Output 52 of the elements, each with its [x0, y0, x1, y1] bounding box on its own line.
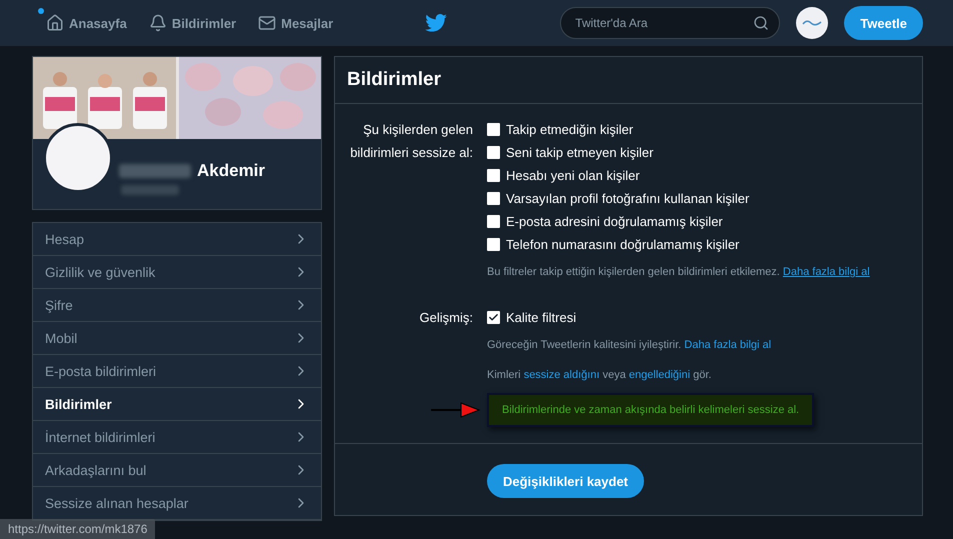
checkbox[interactable] — [487, 238, 500, 251]
checkbox-label: Takip etmediğin kişiler — [506, 122, 634, 137]
checkbox-label: Kalite filtresi — [506, 310, 576, 325]
settings-menu-item[interactable]: Gizlilik ve güvenlik — [33, 256, 321, 289]
envelope-icon — [258, 14, 276, 32]
text-link[interactable]: sessize aldığını — [524, 369, 600, 381]
blurred-name — [119, 164, 191, 178]
search-input[interactable]: Twitter'da Ara — [573, 15, 754, 31]
nav-link[interactable]: Mesajlar — [258, 14, 334, 32]
field-label: Gelişmiş: — [418, 309, 473, 327]
save-button[interactable]: Değişiklikleri kaydet — [487, 464, 644, 498]
checkbox-label: Hesabı yeni olan kişiler — [506, 168, 640, 183]
tweet-button[interactable]: Tweetle — [844, 6, 923, 40]
house-icon — [46, 14, 64, 32]
settings-menu-item[interactable]: İnternet bildirimleri — [33, 421, 321, 454]
blurred-handle — [121, 185, 179, 195]
checkbox[interactable] — [487, 169, 500, 182]
help-text: Kimleri sessize aldığını veya engellediğini gör. — [487, 368, 712, 383]
checkbox[interactable] — [487, 311, 500, 324]
text-link[interactable]: engellediğini — [628, 369, 690, 381]
field-label: Şu kişilerden gelen bildirimleri sessize al: — [349, 121, 473, 162]
checkbox-label: Telefon numarasını doğrulamamış kişiler — [506, 237, 740, 252]
checkbox[interactable] — [487, 215, 500, 228]
nav-link[interactable]: Anasayfa — [46, 14, 127, 32]
url-tooltip: https://twitter.com/mk1876 — [0, 519, 156, 539]
checkbox-label: Seni takip etmeyen kişiler — [506, 145, 654, 160]
arrow-icon — [431, 402, 481, 418]
settings-menu-item[interactable]: Şifre — [33, 289, 321, 322]
help-text: Göreceğin Tweetlerin kalitesini iyileştirir. Daha fazla bilgi al — [487, 338, 772, 353]
checkbox-label: Varsayılan profil fotoğrafını kullanan kişiler — [506, 191, 750, 206]
bird-logo-icon[interactable] — [425, 14, 448, 32]
search-field[interactable]: Twitter'da Ara — [560, 7, 780, 39]
search-icon[interactable] — [753, 15, 770, 31]
settings-menu-item[interactable]: Bildirimler — [33, 388, 321, 421]
settings-menu-item[interactable]: Mobil — [33, 322, 321, 355]
help-text: Bu filtreler takip ettiğin kişilerden gelen bildirimleri etkilemez. Daha fazla bilgi al — [487, 265, 871, 280]
learn-more-link[interactable]: Daha fazla bilgi al — [782, 266, 870, 278]
bell-icon — [148, 14, 167, 32]
settings-menu-item[interactable]: Hesap — [33, 223, 321, 256]
settings-menu-item[interactable]: Arkadaşlarını bul — [33, 454, 321, 487]
muted-words-link[interactable]: Bildirimlerinde ve zaman akışında belirli kelimeleri sessize al. — [487, 393, 814, 427]
settings-menu-item[interactable]: E-posta bildirimleri — [33, 355, 321, 388]
profile-name: Akdemir — [197, 161, 266, 181]
checkbox-label: E-posta adresini doğrulamamış kişiler — [506, 214, 723, 229]
avatar[interactable] — [796, 7, 828, 39]
checkbox[interactable] — [487, 146, 500, 159]
check-icon — [488, 312, 499, 323]
panel-title: Bildirimler — [335, 57, 922, 104]
nav-link[interactable]: Bildirimler — [148, 14, 236, 32]
learn-more-link[interactable]: Daha fazla bilgi al — [684, 339, 772, 351]
checkbox[interactable] — [487, 123, 500, 136]
checkbox[interactable] — [487, 192, 500, 205]
